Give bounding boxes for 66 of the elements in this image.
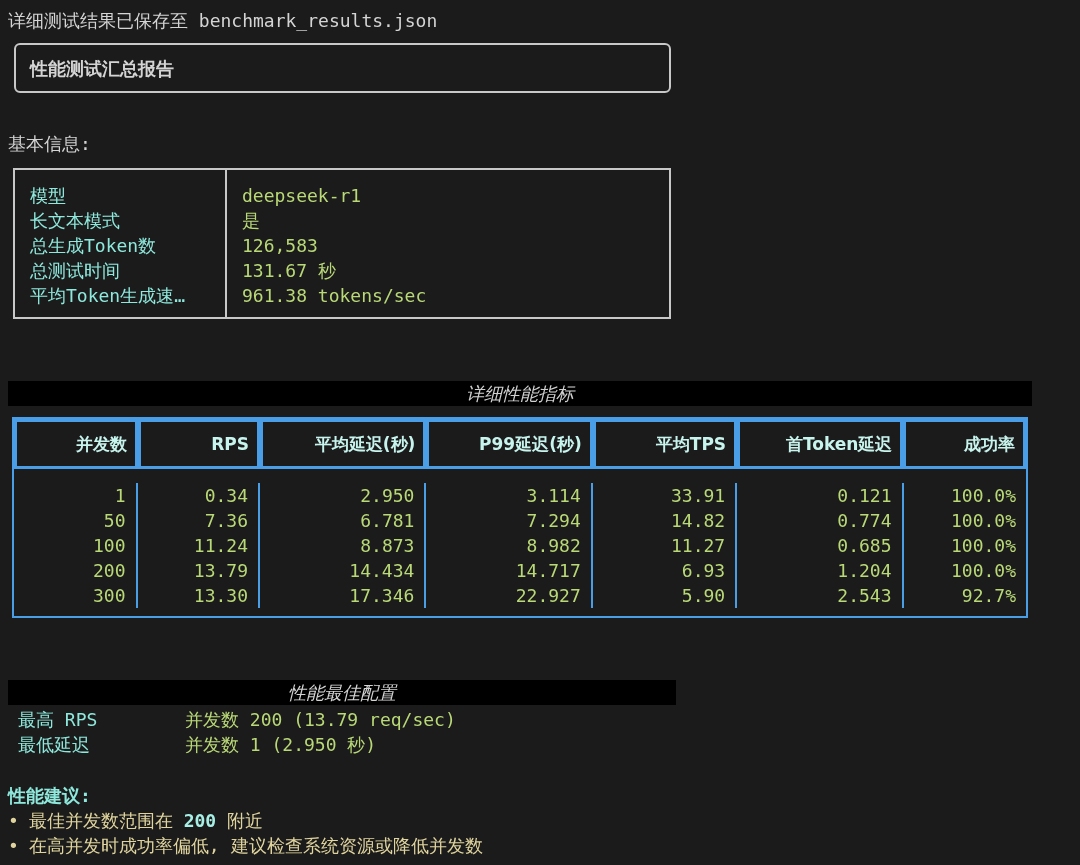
config-value: 并发数 1 (2.950 秒) xyxy=(185,733,377,757)
section-heading: 基本信息: xyxy=(8,133,91,154)
table-cell-text: 8.873 xyxy=(360,534,415,558)
table-cell-text: 0.685 xyxy=(837,534,892,558)
table-cell-text: 5.90 xyxy=(681,584,726,608)
table-cell-text: 2.950 xyxy=(360,484,415,508)
table-cell-text: 3.114 xyxy=(526,484,581,508)
info-value: 131.67 秒 xyxy=(242,259,337,283)
suggestion-text: 最佳并发数范围在 200 附近 xyxy=(28,809,264,833)
config-label: 最低延迟 xyxy=(18,733,91,757)
config-title: 性能最佳配置 xyxy=(288,682,396,703)
table-cell-text: 7.294 xyxy=(526,509,581,533)
info-label: 总生成Token数 xyxy=(30,234,158,258)
table-cell-text: 0.34 xyxy=(204,484,249,508)
column-header: 首Token延迟 xyxy=(737,419,904,469)
table-cell-text: 11.24 xyxy=(193,534,249,558)
table-cell-text: 22.927 xyxy=(515,584,581,608)
bullet: • xyxy=(8,809,19,833)
info-label: 长文本模式 xyxy=(30,209,121,233)
table-cell-text: 1.204 xyxy=(837,559,892,583)
table-cell-text: 1 xyxy=(114,484,126,508)
config-label: 最高 RPS xyxy=(18,708,99,732)
bullet: • xyxy=(8,834,19,858)
suggestions-heading: 性能建议: xyxy=(8,785,91,806)
table-cell-text: 8.982 xyxy=(526,534,581,558)
table-cell-text: 13.79 xyxy=(193,559,249,583)
table-cell-text: 13.30 xyxy=(193,584,249,608)
info-label: 平均Token生成速… xyxy=(30,284,187,308)
table-cell-text: 200 xyxy=(93,559,126,583)
column-header: 成功率 xyxy=(903,419,1026,469)
table-cell-text: 100 xyxy=(93,534,126,558)
info-value: 961.38 tokens/sec xyxy=(242,284,427,308)
table-cell-text: 0.774 xyxy=(837,509,892,533)
table-cell-text: 100.0% xyxy=(951,509,1017,533)
table-cell-text: 100.0% xyxy=(951,484,1017,508)
column-header: 并发数 xyxy=(14,419,138,469)
table-cell-text: 14.717 xyxy=(515,559,581,583)
table-cell-text: 33.91 xyxy=(671,484,726,508)
table-cell-text: 92.7% xyxy=(961,584,1017,608)
table-cell-text: 14.82 xyxy=(671,509,726,533)
table-title: 详细性能指标 xyxy=(466,383,574,404)
column-header: P99延迟(秒) xyxy=(426,419,593,469)
panel-title: 性能测试汇总报告 xyxy=(30,56,174,81)
table-cell-text: 6.93 xyxy=(681,559,726,583)
column-header: RPS xyxy=(137,419,261,469)
info-value: 是 xyxy=(242,209,261,233)
table-cell-text: 14.434 xyxy=(349,559,415,583)
info-label: 模型 xyxy=(30,184,67,208)
table-cell-text: 17.346 xyxy=(349,584,415,608)
info-value: deepseek-r1 xyxy=(242,184,363,208)
table-cell-text: 300 xyxy=(93,584,126,608)
suggestion-text: 在高并发时成功率偏低, 建议检查系统资源或降低并发数 xyxy=(28,834,483,858)
table-cell-text: 2.543 xyxy=(837,584,892,608)
info-label: 总测试时间 xyxy=(30,259,121,283)
config-value: 并发数 200 (13.79 req/sec) xyxy=(185,708,456,732)
table-cell-text: 100.0% xyxy=(951,559,1017,583)
table-cell-text: 7.36 xyxy=(204,509,249,533)
column-header: 平均TPS xyxy=(592,419,738,469)
info-value: 126,583 xyxy=(242,234,319,258)
table-cell-text: 50 xyxy=(103,509,126,533)
table-cell-text: 6.781 xyxy=(360,509,415,533)
log-line: 详细测试结果已保存至 benchmark_results.json xyxy=(8,10,438,31)
table-cell-text: 0.121 xyxy=(837,484,892,508)
table-cell-text: 100.0% xyxy=(951,534,1017,558)
column-header: 平均延迟(秒) xyxy=(260,419,427,469)
table-cell-text: 11.27 xyxy=(671,534,726,558)
